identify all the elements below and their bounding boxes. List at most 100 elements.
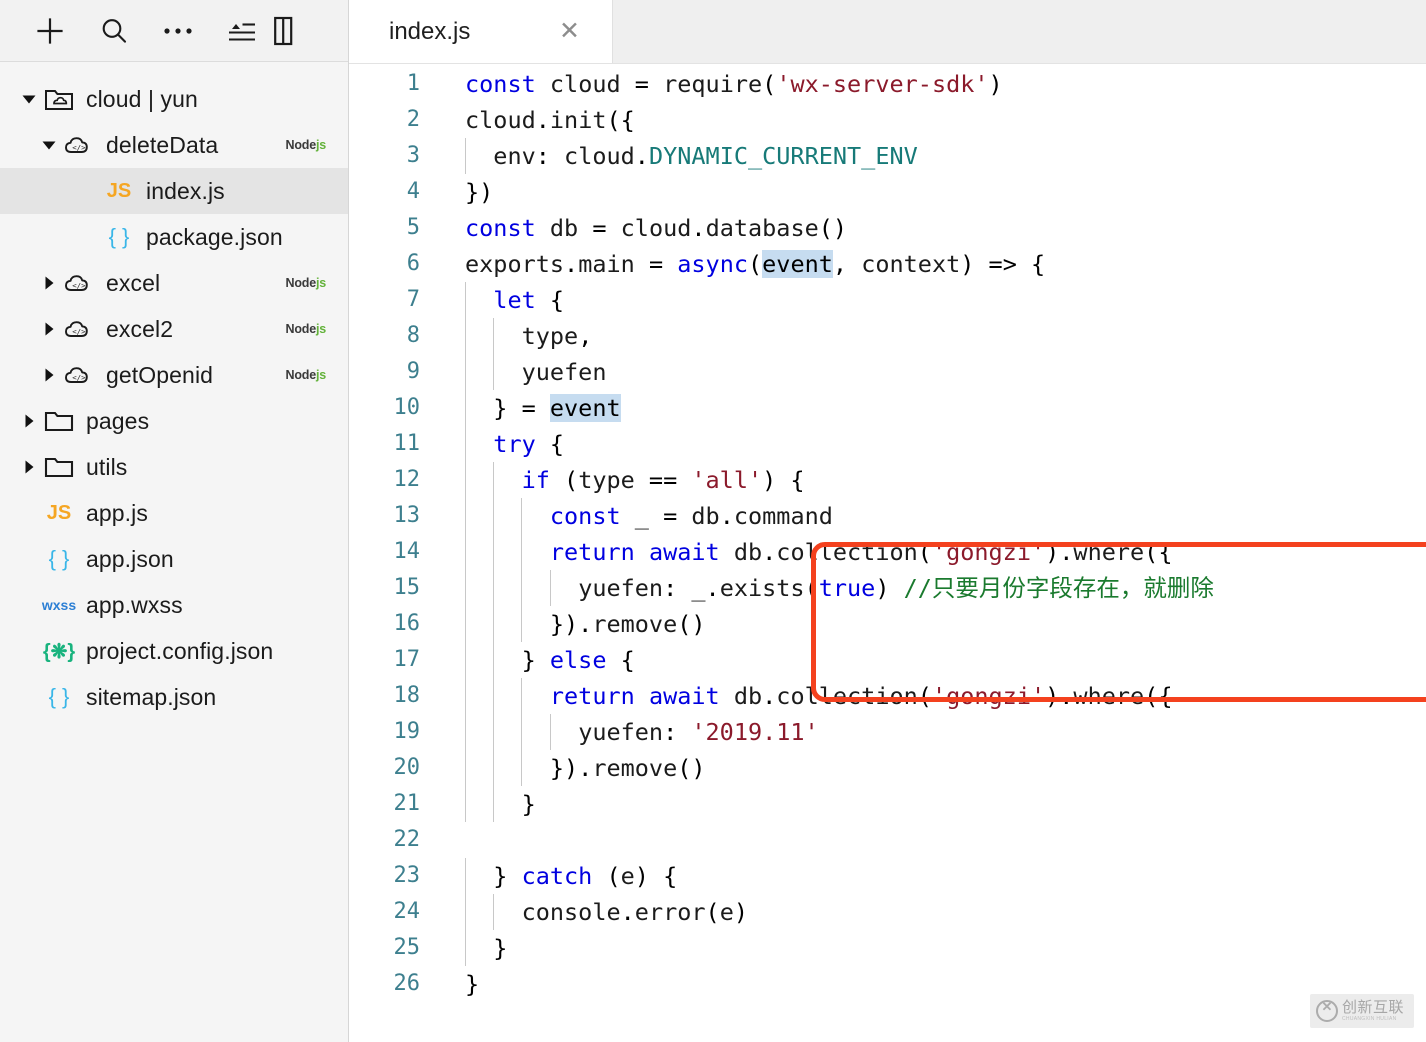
panel-layout-icon[interactable] xyxy=(274,8,314,54)
line-number: 1 xyxy=(406,71,420,96)
line-number: 14 xyxy=(393,539,421,564)
chevron-down-icon[interactable] xyxy=(38,134,60,156)
code-line[interactable]: 16 }).remove() xyxy=(349,606,1426,642)
tree-item-package-json[interactable]: { } package.json xyxy=(0,214,348,260)
tree-item-label: utils xyxy=(86,453,128,480)
line-content: yuefen: '2019.11' xyxy=(433,714,1426,750)
tree-item-label: deleteData xyxy=(106,131,219,158)
search-icon[interactable] xyxy=(82,8,146,54)
tree-item-index-js[interactable]: JS index.js xyxy=(0,168,348,214)
code-line[interactable]: 17 } else { xyxy=(349,642,1426,678)
chevron-right-icon[interactable] xyxy=(38,272,60,294)
tab-index-js[interactable]: index.js ✕ xyxy=(349,0,613,63)
editor-tabbar: index.js ✕ xyxy=(349,0,1426,64)
line-content: } catch (e) { xyxy=(433,858,1426,894)
tree-item-label: cloud | yun xyxy=(86,85,198,112)
code-line[interactable]: 25 } xyxy=(349,930,1426,966)
code-line[interactable]: 10 } = event xyxy=(349,390,1426,426)
indent-guide xyxy=(465,606,466,642)
chevron-right-icon[interactable] xyxy=(18,410,40,432)
tree-item-deletedata[interactable]: </> deleteData Nodejs xyxy=(0,122,348,168)
tree-item-sitemap-json[interactable]: { } sitemap.json xyxy=(0,674,348,720)
indent-guide xyxy=(521,570,523,606)
line-number: 19 xyxy=(393,719,421,744)
nodejs-badge: Nodejs xyxy=(285,368,327,382)
nodejs-badge: Nodejs xyxy=(285,276,327,290)
code-line[interactable]: 7 let { xyxy=(349,282,1426,318)
chevron-right-icon[interactable] xyxy=(18,456,40,478)
code-line[interactable]: 3 env: cloud.DYNAMIC_CURRENT_ENV xyxy=(349,138,1426,174)
line-content: } xyxy=(465,970,480,998)
nodejs-badge: Nodejs xyxy=(285,322,327,336)
indent-guide xyxy=(549,570,551,606)
tree-item-app-wxss[interactable]: wxss app.wxss xyxy=(0,582,348,628)
json-file-icon: { } xyxy=(108,224,130,249)
js-file-icon: JS xyxy=(46,501,72,524)
file-explorer-sidebar: cloud | yun </> deleteData Nodejs JS index.… xyxy=(0,0,349,1042)
code-line[interactable]: 18 return await db.collection('gongzi').… xyxy=(349,678,1426,714)
code-content[interactable]: 1 const cloud = require('wx-server-sdk') 2… xyxy=(349,64,1426,1042)
tree-item-pages[interactable]: pages xyxy=(0,398,348,444)
chevron-down-icon[interactable] xyxy=(18,88,40,110)
code-line[interactable]: 2 cloud.init({ xyxy=(349,102,1426,138)
json-file-icon: { } xyxy=(48,546,70,571)
code-line[interactable]: 24 console.error(e) xyxy=(349,894,1426,930)
code-line[interactable]: 21 } xyxy=(349,786,1426,822)
code-line[interactable]: 22 xyxy=(349,822,1426,858)
file-tree: cloud | yun </> deleteData Nodejs JS index.… xyxy=(0,62,348,1042)
line-number: 10 xyxy=(393,395,421,420)
tree-item-excel2[interactable]: </> excel2 Nodejs xyxy=(0,306,348,352)
code-line[interactable]: 1 const cloud = require('wx-server-sdk') xyxy=(349,66,1426,102)
tree-item-utils[interactable]: utils xyxy=(0,444,348,490)
code-line[interactable]: 19 yuefen: '2019.11' xyxy=(349,714,1426,750)
tree-item-app-js[interactable]: JS app.js xyxy=(0,490,348,536)
add-file-icon[interactable] xyxy=(18,8,82,54)
js-file-icon: JS xyxy=(106,179,132,202)
tree-item-getopenid[interactable]: </> getOpenid Nodejs xyxy=(0,352,348,398)
indent-guide xyxy=(521,498,523,534)
indent-guide xyxy=(521,750,523,786)
chevron-right-icon[interactable] xyxy=(38,364,60,386)
collapse-all-icon[interactable] xyxy=(210,8,274,54)
tree-item-label: excel2 xyxy=(106,315,174,342)
indent-guide xyxy=(465,426,466,462)
wechat-devtools-window: cloud | yun </> deleteData Nodejs JS index.… xyxy=(0,0,1426,1042)
indent-guide xyxy=(493,894,495,930)
code-line[interactable]: 6 exports.main = async(event, context) =>… xyxy=(349,246,1426,282)
close-icon[interactable]: ✕ xyxy=(553,15,586,48)
tree-item-excel[interactable]: </> excel Nodejs xyxy=(0,260,348,306)
code-line[interactable]: 20 }).remove() xyxy=(349,750,1426,786)
svg-text:</>: </> xyxy=(72,327,86,336)
tab-label: index.js xyxy=(389,17,471,45)
code-line[interactable]: 14 return await db.collection('gongzi').… xyxy=(349,534,1426,570)
line-number: 25 xyxy=(393,935,421,960)
code-line[interactable]: 11 try { xyxy=(349,426,1426,462)
line-number: 24 xyxy=(393,899,421,924)
line-content: }).remove() xyxy=(433,750,1426,786)
tree-item-project-config-json[interactable]: {❋} project.config.json xyxy=(0,628,348,674)
tree-item-cloud-yun[interactable]: cloud | yun xyxy=(0,76,348,122)
line-number: 21 xyxy=(393,791,421,816)
indent-guide xyxy=(493,462,495,498)
code-line[interactable]: 8 type, xyxy=(349,318,1426,354)
more-options-icon[interactable] xyxy=(146,8,210,54)
indent-guide xyxy=(493,498,495,534)
indent-guide xyxy=(493,606,495,642)
nodejs-badge: Nodejs xyxy=(285,138,327,152)
chevron-right-icon[interactable] xyxy=(38,318,60,340)
code-line[interactable]: 23 } catch (e) { xyxy=(349,858,1426,894)
folder-icon xyxy=(40,455,78,479)
line-content: yuefen: _.exists(true) //只要月份字段存在，就删除 xyxy=(433,570,1426,606)
line-number: 6 xyxy=(406,251,420,276)
code-line[interactable]: 9 yuefen xyxy=(349,354,1426,390)
code-line[interactable]: 13 const _ = db.command xyxy=(349,498,1426,534)
tree-item-app-json[interactable]: { } app.json xyxy=(0,536,348,582)
code-line[interactable]: 5 const db = cloud.database() xyxy=(349,210,1426,246)
code-line[interactable]: 12 if (type == 'all') { xyxy=(349,462,1426,498)
line-content: exports.main = async(event, context) => … xyxy=(465,250,1046,278)
code-line[interactable]: 4}) xyxy=(349,174,1426,210)
code-line[interactable]: 26} xyxy=(349,966,1426,1002)
code-line[interactable]: 15 yuefen: _.exists(true) //只要月份字段存在，就删除 xyxy=(349,570,1426,606)
